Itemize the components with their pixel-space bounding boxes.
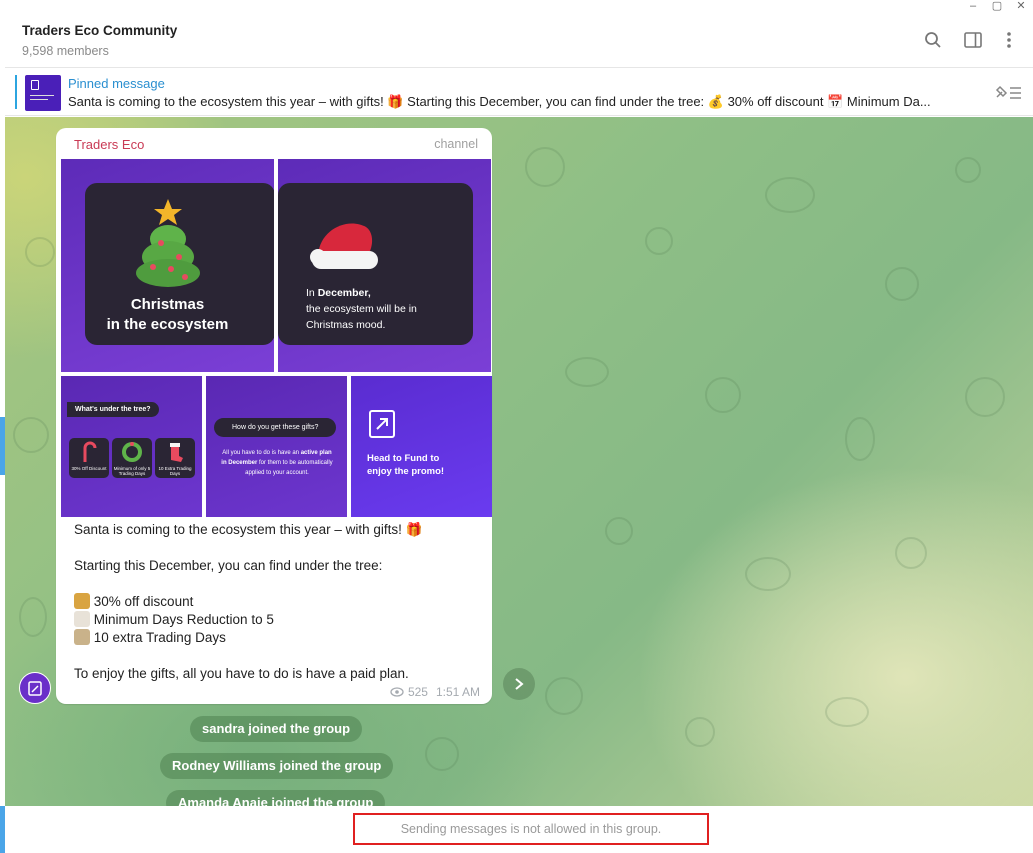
candy-cane-icon	[69, 438, 109, 478]
composer-area: Sending messages is not allowed in this …	[5, 806, 1033, 853]
message-signature: channel	[434, 137, 478, 151]
channel-message[interactable]: Traders Eco channel Christmas in the eco…	[56, 128, 492, 704]
hourglass-icon	[74, 629, 90, 645]
message-meta: 525 1:51 AM	[390, 685, 480, 699]
message-line: Starting this December, you can find und…	[74, 558, 383, 573]
under-tree-label: What's under the tree?	[67, 402, 159, 417]
service-message: sandra joined the group	[190, 716, 363, 742]
forward-button[interactable]	[503, 668, 535, 700]
window-controls: – ▢ ✕	[961, 0, 1033, 12]
channel-avatar[interactable]	[19, 672, 51, 704]
pin-list-icon[interactable]	[993, 83, 1023, 103]
chevron-right-icon	[515, 678, 524, 690]
message-time: 1:51 AM	[435, 685, 480, 699]
santa-hat-icon	[310, 223, 378, 269]
view-count: 525	[407, 685, 428, 699]
album-image-fund[interactable]: Head to Fund to enjoy the promo!	[351, 376, 492, 517]
message-line: Minimum Days Reduction to 5	[93, 612, 274, 627]
minimize-icon[interactable]: –	[961, 0, 985, 12]
pinned-text: Santa is coming to the ecosystem this ye…	[68, 94, 931, 109]
search-icon[interactable]	[921, 28, 945, 52]
member-count: 9,598 members	[22, 44, 109, 58]
message-line: 10 extra Trading Days	[93, 630, 226, 645]
album-image-how-to-get[interactable]: How do you get these gifts? All you have…	[206, 376, 347, 517]
message-sender[interactable]: Traders Eco	[74, 137, 144, 152]
views-icon	[390, 687, 404, 697]
more-vertical-icon[interactable]	[997, 28, 1021, 52]
message-line: To enjoy the gifts, all you have to do i…	[74, 666, 409, 681]
chat-header: Traders Eco Community 9,598 members	[5, 0, 1033, 68]
album-image-under-tree[interactable]: What's under the tree? 30% Off Discount …	[61, 376, 202, 517]
message-line: 30% off discount	[93, 594, 194, 609]
pinned-indicator	[15, 75, 17, 109]
message-text: Santa is coming to the ecosystem this ye…	[74, 521, 474, 683]
close-icon[interactable]: ✕	[1009, 0, 1033, 12]
christmas-tree-icon	[136, 199, 200, 287]
gift-arrow-icon	[369, 410, 395, 438]
posting-restricted-notice: Sending messages is not allowed in this …	[353, 813, 709, 845]
service-message: Rodney Williams joined the group	[160, 753, 394, 779]
gift-caption: 30% Off Discount	[71, 466, 107, 471]
message-line: Santa is coming to the ecosystem this ye…	[74, 522, 423, 537]
how-to-get-text: All you have to do is have an active pla…	[221, 450, 333, 476]
gift-caption: Minimum of only 5 Trading Days	[113, 466, 151, 476]
album-image-christmas[interactable]: Christmas in the ecosystem	[61, 159, 274, 372]
pinned-thumbnail	[25, 75, 61, 111]
album-image-december[interactable]: In December, the ecosystem will be in Ch…	[278, 159, 491, 372]
pinned-message-bar[interactable]: Pinned message Santa is coming to the ec…	[5, 69, 1033, 116]
how-to-get-pill: How do you get these gifts?	[214, 418, 337, 437]
fund-text: Head to Fund to enjoy the promo!	[367, 453, 445, 477]
calendar-icon	[74, 611, 90, 627]
money-bag-icon	[74, 593, 90, 609]
chat-title[interactable]: Traders Eco Community	[22, 23, 177, 38]
pinned-label: Pinned message	[68, 76, 165, 91]
sidebar-toggle-icon[interactable]	[961, 28, 985, 52]
christmas-title: Christmas in the ecosystem	[106, 296, 229, 333]
maximize-icon[interactable]: ▢	[985, 0, 1009, 12]
gift-caption: 10 Extra Trading Days	[158, 466, 192, 476]
december-text: In December, the ecosystem will be in Ch…	[306, 287, 417, 331]
